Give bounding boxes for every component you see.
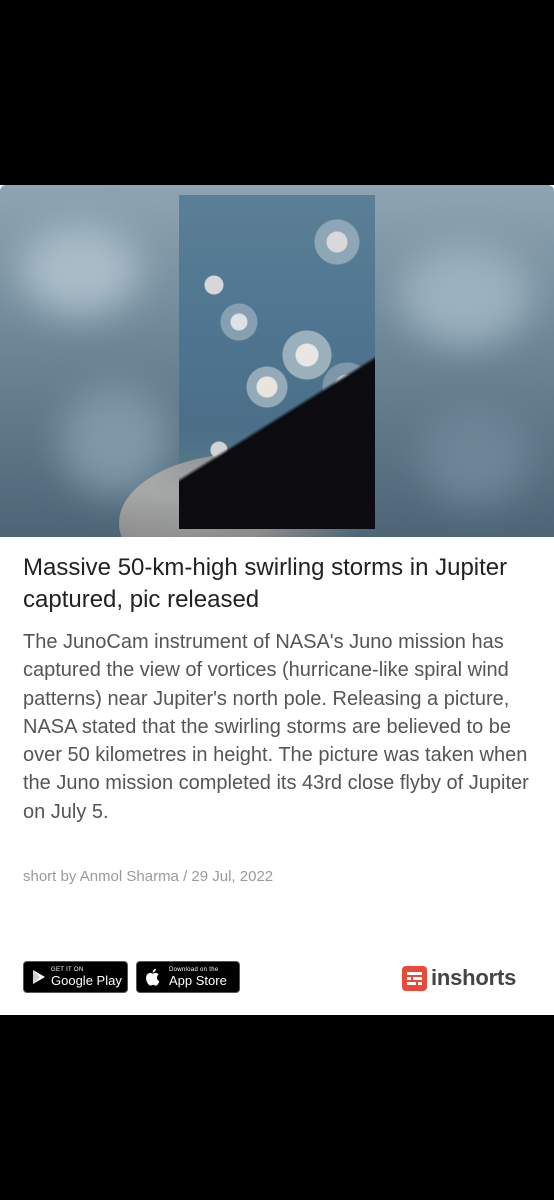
blur-shape [20,225,140,315]
google-play-button[interactable]: GET IT ON Google Play [23,961,128,993]
space-background [179,195,375,529]
apple-icon [146,968,160,986]
article-image-area[interactable] [0,185,554,537]
inshorts-wordmark: inshorts [431,965,517,990]
article-body: The JunoCam instrument of NASA's Juno mi… [23,631,529,823]
blur-shape [420,405,530,505]
google-play-icon [33,970,45,984]
google-play-label: Google Play [51,972,122,988]
app-store-button[interactable]: Download on the App Store [136,961,240,993]
app-store-label: App Store [169,972,227,988]
inshorts-logo-icon [402,965,427,991]
jupiter-storms-photo[interactable] [119,195,379,537]
blur-shape [400,245,530,345]
news-card: Massive 50-km-high swirling storms in Ju… [0,185,554,1015]
inshorts-brand[interactable]: inshorts [402,965,516,991]
article-byline[interactable]: short by Anmol Sharma / 29 Jul, 2022 [23,868,273,885]
article-title[interactable]: Massive 50-km-high swirling storms in Ju… [23,552,533,616]
